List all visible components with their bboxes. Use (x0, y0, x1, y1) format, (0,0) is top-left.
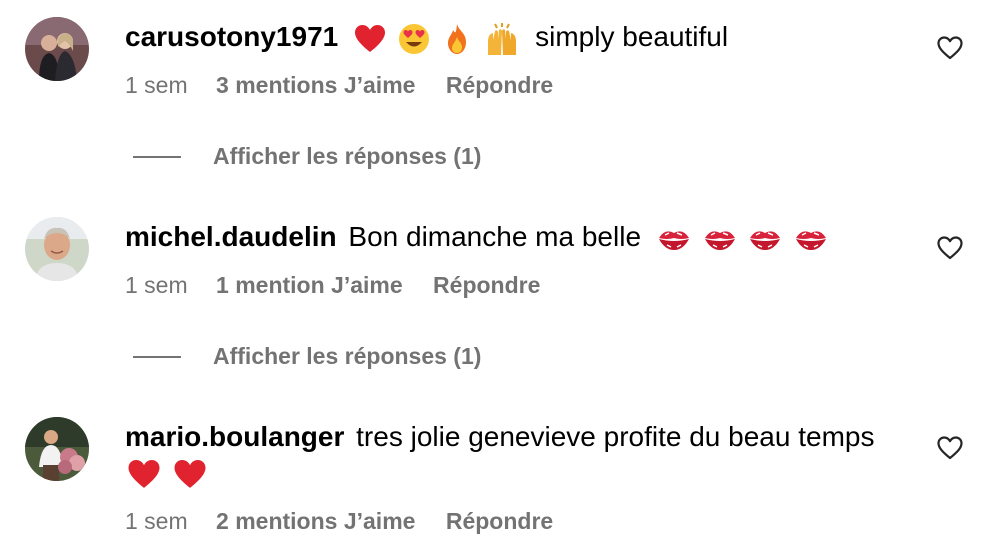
like-button[interactable] (936, 34, 964, 62)
red-heart-emoji-icon (354, 24, 386, 54)
kiss-mark-emoji-icon (657, 226, 691, 252)
like-button[interactable] (936, 234, 964, 262)
comment-username[interactable]: michel.daudelin (125, 221, 337, 252)
heart-outline-icon (937, 236, 963, 260)
like-count-button[interactable]: 1 mention J’aime (216, 272, 403, 298)
replies-divider (133, 156, 181, 158)
kiss-mark-emoji-icon (703, 226, 737, 252)
kiss-mark-emoji-icon (748, 226, 782, 252)
comment-username[interactable]: mario.boulanger (125, 421, 344, 452)
heart-eyes-emoji-icon (398, 23, 430, 55)
kiss-mark-emoji-icon (794, 226, 828, 252)
heart-outline-icon (937, 36, 963, 60)
comment-list: carusotony1971 simply beautiful 1 sem 3 … (0, 0, 992, 554)
avatar[interactable] (25, 17, 89, 81)
reply-button[interactable]: Répondre (446, 508, 553, 534)
red-heart-emoji-icon (127, 459, 161, 490)
view-replies-label: Afficher les réponses (1) (213, 143, 482, 169)
fire-emoji-icon (442, 23, 472, 55)
avatar[interactable] (25, 417, 89, 481)
avatar[interactable] (25, 217, 89, 281)
replies-divider (133, 356, 181, 358)
comment-time: 1 sem (125, 72, 188, 98)
view-replies-label: Afficher les réponses (1) (213, 343, 482, 369)
reply-button[interactable]: Répondre (446, 72, 553, 98)
heart-outline-icon (937, 436, 963, 460)
comment-text: Bon dimanche ma belle (348, 221, 642, 252)
like-button[interactable] (936, 434, 964, 462)
like-count-button[interactable]: 3 mentions J’aime (216, 72, 415, 98)
red-heart-emoji-icon (173, 459, 207, 490)
like-count-button[interactable]: 2 mentions J’aime (216, 508, 415, 534)
comment-username[interactable]: carusotony1971 (125, 21, 338, 52)
comment-text: tres jolie genevieve profite du beau tem… (356, 421, 875, 452)
comment-time: 1 sem (125, 272, 188, 298)
reply-button[interactable]: Répondre (433, 272, 540, 298)
comment-time: 1 sem (125, 508, 188, 534)
comment-text: simply beautiful (535, 21, 729, 52)
raised-hands-emoji-icon (483, 22, 521, 56)
